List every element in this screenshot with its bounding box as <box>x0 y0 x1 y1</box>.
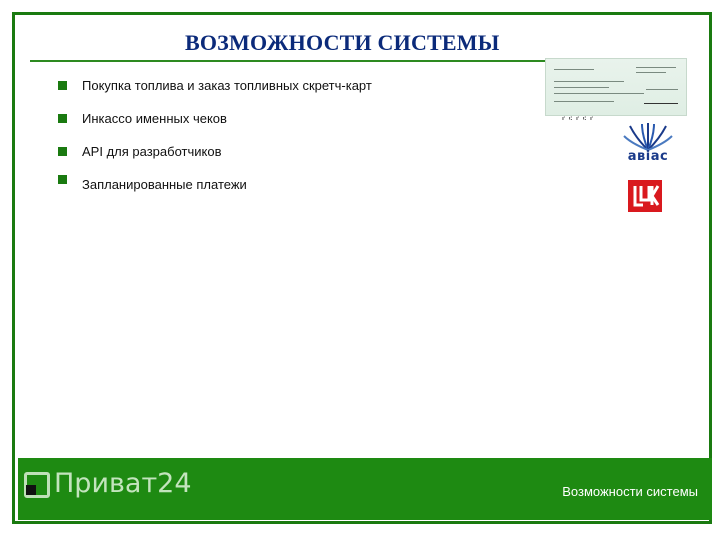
bullet-square-icon <box>58 175 67 184</box>
cheque-micr-line: ⑈ ⑆ ⑈ ⑆ ⑈ <box>562 116 594 122</box>
bullet-square-icon <box>58 81 67 90</box>
privat24-logo-text: Приват24 <box>54 468 192 499</box>
bullet-square-icon <box>58 114 67 123</box>
bullet-text: Покупка топлива и заказ топливных скретч… <box>82 78 372 93</box>
bullet-text: Запланированные платежи <box>82 177 247 192</box>
avias-logo-icon: авіас <box>618 122 678 164</box>
slide-title: ВОЗМОЖНОСТИ СИСТЕМЫ <box>185 30 500 55</box>
avias-logo-text: авіас <box>627 149 669 164</box>
lukoil-logo-icon <box>628 180 662 212</box>
bullet-text: API для разработчиков <box>82 144 222 159</box>
footer-bar: Приват24 Возможности системы <box>18 458 712 520</box>
logo-dot <box>26 485 36 495</box>
footer-caption: Возможности системы <box>562 484 698 499</box>
bullet-text: Инкассо именных чеков <box>82 111 227 126</box>
bullet-square-icon <box>58 147 67 156</box>
cheque-image <box>545 58 687 116</box>
